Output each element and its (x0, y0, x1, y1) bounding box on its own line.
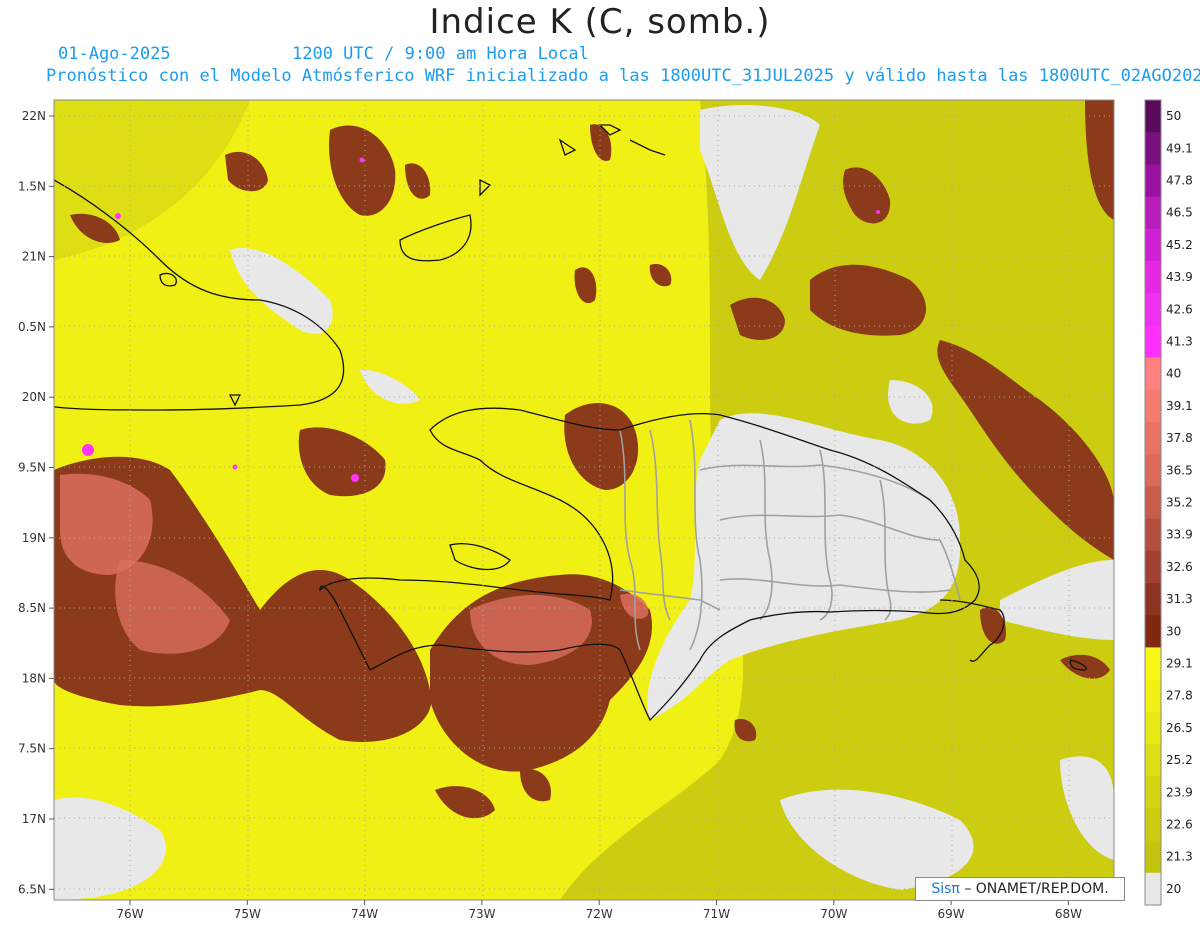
colorbar-label: 50 (1166, 109, 1181, 123)
colorbar-swatch (1145, 872, 1161, 906)
colorbar-label: 27.8 (1166, 689, 1193, 703)
colorbar-swatch (1145, 422, 1161, 455)
colorbar-swatch (1145, 840, 1161, 874)
lon-tick-label: 70W (820, 907, 847, 921)
lat-tick-label: 8.5N (18, 601, 46, 615)
colorbar-swatch (1145, 679, 1161, 713)
colorbar-swatch (1145, 389, 1161, 423)
colorbar-swatch (1145, 100, 1161, 133)
colorbar-label: 31.3 (1166, 592, 1193, 606)
colorbar-swatch (1145, 776, 1161, 809)
colorbar-label: 32.6 (1166, 560, 1193, 574)
colorbar: 50 49.1 47.8 46.5 45.2 43.9 42.6 41.3 40 39.1 37.8… (1144, 99, 1193, 906)
colorbar-swatch (1145, 647, 1161, 681)
lon-tick-label: 73W (468, 907, 495, 921)
lat-tick-label: 22N (22, 109, 46, 123)
colorbar-swatch (1145, 744, 1161, 777)
sispi-logo: Sisπ (931, 881, 960, 897)
colorbar-label: 49.1 (1166, 141, 1193, 155)
credit-text: – ONAMET/REP.DOM. (964, 881, 1109, 897)
lat-tick-label: 6.5N (18, 882, 46, 896)
field-magenta-2 (351, 474, 359, 482)
lon-tick-label: 74W (351, 907, 378, 921)
colorbar-swatch (1145, 196, 1161, 230)
colorbar-label: 37.8 (1166, 431, 1193, 445)
colorbar-label: 39.1 (1166, 399, 1193, 413)
map-fields (54, 100, 1114, 900)
colorbar-label: 26.5 (1166, 721, 1193, 735)
lat-tick-label: 9.5N (18, 461, 46, 475)
colorbar-swatch (1145, 486, 1161, 520)
credit-box: Sisπ – ONAMET/REP.DOM. (915, 877, 1125, 901)
lat-tick-label: 18N (22, 671, 46, 685)
field-magenta-6 (876, 210, 880, 214)
lon-tick-label: 71W (703, 907, 730, 921)
colorbar-label: 47.8 (1166, 174, 1193, 188)
colorbar-swatch (1145, 325, 1161, 359)
k-index-map: 76W 75W 74W 73W 72W 71W 70W 69W 68W 22N 1.5N 21N 0.… (18, 99, 1193, 921)
colorbar-swatch (1145, 550, 1161, 584)
colorbar-swatch (1145, 293, 1161, 326)
colorbar-label: 40 (1166, 367, 1181, 381)
colorbar-label: 33.9 (1166, 528, 1193, 542)
lat-tick-label: 0.5N (18, 320, 46, 334)
colorbar-label: 46.5 (1166, 206, 1193, 220)
lon-tick-label: 76W (116, 907, 143, 921)
colorbar-label: 21.3 (1166, 850, 1193, 864)
latitude-axis: 22N 1.5N 21N 0.5N 20N 9.5N 19N 8.5N 18N 7.5N 17N 6.… (18, 109, 54, 896)
lon-tick-label: 75W (234, 907, 261, 921)
lat-tick-label: 21N (22, 250, 46, 264)
colorbar-label: 20 (1166, 882, 1181, 896)
colorbar-label: 43.9 (1166, 270, 1193, 284)
field-magenta-1 (82, 444, 94, 456)
colorbar-swatch (1145, 164, 1161, 198)
lon-tick-label: 69W (938, 907, 965, 921)
colorbar-swatch (1145, 228, 1161, 262)
lat-tick-label: 19N (22, 531, 46, 545)
colorbar-label: 25.2 (1166, 753, 1193, 767)
colorbar-swatch (1145, 261, 1161, 294)
colorbar-swatch (1145, 583, 1161, 616)
colorbar-label: 29.1 (1166, 657, 1193, 671)
field-magenta-3 (115, 213, 121, 219)
colorbar-swatch (1145, 615, 1161, 648)
colorbar-label: 22.6 (1166, 818, 1193, 832)
colorbar-swatch (1145, 711, 1161, 745)
colorbar-swatch (1145, 518, 1161, 552)
lon-tick-label: 68W (1055, 907, 1082, 921)
longitude-axis: 76W 75W 74W 73W 72W 71W 70W 69W 68W (116, 900, 1082, 921)
colorbar-swatch (1145, 454, 1161, 487)
colorbar-label: 35.2 (1166, 496, 1193, 510)
lon-tick-label: 72W (586, 907, 613, 921)
colorbar-label: 30 (1166, 624, 1181, 638)
colorbar-label: 41.3 (1166, 335, 1193, 349)
lat-tick-label: 7.5N (18, 742, 46, 756)
colorbar-label: 23.9 (1166, 785, 1193, 799)
lat-tick-label: 20N (22, 390, 46, 404)
colorbar-swatch (1145, 808, 1161, 842)
colorbar-label: 45.2 (1166, 238, 1193, 252)
field-magenta-4 (359, 157, 365, 163)
colorbar-label: 42.6 (1166, 302, 1193, 316)
lat-tick-label: 1.5N (18, 179, 46, 193)
colorbar-swatch (1145, 132, 1161, 165)
lat-tick-label: 17N (22, 812, 46, 826)
colorbar-swatch (1145, 357, 1161, 391)
colorbar-label: 36.5 (1166, 463, 1193, 477)
